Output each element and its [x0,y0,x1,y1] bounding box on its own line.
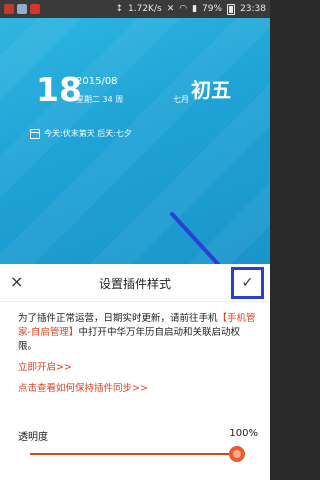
image-icon [17,4,27,14]
calendar-icon [30,128,40,139]
opacity-label: 透明度 [18,432,48,443]
opacity-slider[interactable] [30,453,236,455]
check-icon: ✓ [241,275,254,291]
opacity-slider-thumb[interactable] [229,446,245,462]
notice-prefix: 为了插件正常运营，日期实时更新，请前往手机 [18,313,218,324]
event-text: 今天:伏末第天 后天:七夕 [44,129,132,138]
wifi-icon: ◠ [179,3,188,14]
status-bar: ↕ 1.72K/s ✕ ◠ ▮ 79% 23:38 [0,0,270,18]
net-speed: 1.72K/s [128,4,162,14]
sheet-header: × 设置插件样式 ✓ [0,264,270,302]
app-icon-red [4,4,14,14]
mute-icon: ✕ [166,3,175,14]
battery-icon [227,3,236,15]
signal-icon: ↕ [115,3,124,14]
week-info: 星期二 34 周 [76,95,124,104]
event-line: 今天:伏末第天 后天:七夕 [30,128,132,139]
lunar-day: 初五 [191,78,231,102]
confirm-button[interactable]: ✓ [231,267,264,299]
signal-bars-icon: ▮ [192,3,198,14]
app-icon-red [30,4,40,14]
year-month: 2015/08 [76,76,118,87]
sync-help-link[interactable]: 点击查看如何保持插件同步>> [18,380,148,394]
calendar-widget-preview: 18 2015/08 星期二 34 周 七月 初五 今天:伏末第天 后天:七夕 [0,18,270,264]
clock: 23:38 [240,4,266,14]
sheet-title: 设置插件样式 [98,277,171,291]
permission-notice: 为了插件正常运营，日期实时更新，请前往手机【手机管家-自启管理】中打开中华万年历… [18,312,258,354]
lunar-month: 七月 [173,95,189,104]
widget-settings-sheet: × 设置插件样式 ✓ 为了插件正常运营，日期实时更新，请前往手机【手机管家-自启… [0,264,270,480]
open-now-link[interactable]: 立即开启>> [18,359,72,373]
battery-percent: 79% [202,4,223,14]
opacity-value: 100% [229,428,258,439]
